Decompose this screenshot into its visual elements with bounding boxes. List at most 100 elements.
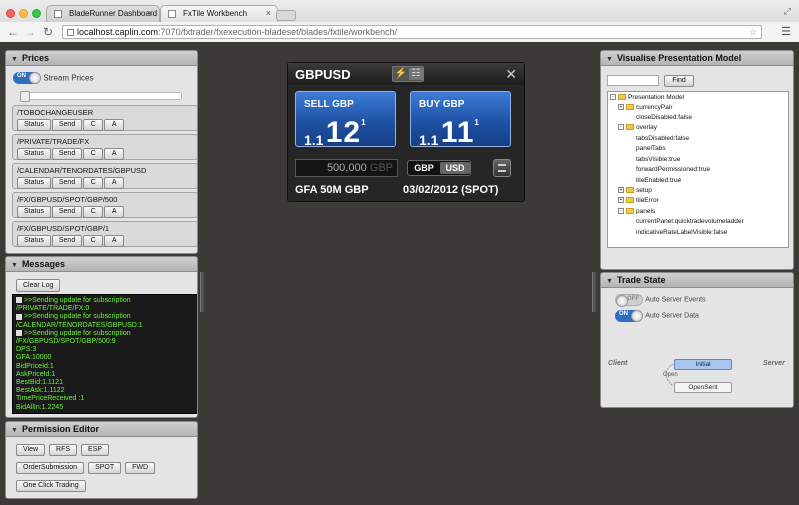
tree-node[interactable]: tabsVisible:true bbox=[636, 155, 680, 165]
status-button[interactable]: Status bbox=[17, 235, 51, 247]
tree-node[interactable]: currentPanel:quicktradevolumeladder bbox=[636, 217, 744, 227]
send-button[interactable]: Send bbox=[51, 235, 83, 247]
c-button[interactable]: C bbox=[83, 206, 104, 218]
ladder-icon[interactable]: ☷ bbox=[409, 68, 423, 80]
panel-header[interactable]: ▼ Messages bbox=[6, 257, 197, 272]
expand-icon[interactable]: + bbox=[618, 104, 624, 111]
panel-header[interactable]: ▼ Trade State bbox=[601, 273, 793, 288]
collapse-icon[interactable]: ▼ bbox=[11, 56, 18, 63]
panel-header[interactable]: ▼ Visualise Presentation Model bbox=[601, 51, 793, 66]
collapse-icon[interactable]: ▼ bbox=[606, 278, 613, 285]
send-button[interactable]: Send bbox=[51, 148, 83, 160]
sell-button[interactable]: SELL GBP 1.1 121 bbox=[295, 91, 396, 149]
tree-node[interactable]: - Presentation Model bbox=[610, 93, 684, 103]
clear-log-button[interactable]: Clear Log bbox=[16, 279, 61, 292]
status-button[interactable]: Status bbox=[17, 119, 51, 131]
tree-node[interactable]: closeDisabled:false bbox=[636, 113, 692, 123]
a-button[interactable]: A bbox=[104, 148, 125, 160]
buy-button[interactable]: BUY GBP 1.1 111 bbox=[410, 91, 511, 149]
tree-node[interactable]: forwardPermissioned:true bbox=[636, 165, 710, 175]
status-button[interactable]: Status bbox=[17, 206, 51, 218]
c-button[interactable]: C bbox=[83, 235, 104, 247]
expand-icon[interactable]: + bbox=[618, 197, 624, 204]
menu-icon[interactable]: ☰ bbox=[781, 25, 791, 38]
one-click-trading-button[interactable]: One Click Trading bbox=[16, 480, 86, 492]
collapse-icon[interactable]: ▼ bbox=[11, 262, 18, 269]
close-icon[interactable]: × bbox=[148, 8, 153, 18]
auto-server-events-toggle[interactable]: OFF bbox=[615, 294, 643, 307]
find-button[interactable]: Find bbox=[664, 75, 694, 87]
new-tab-button[interactable] bbox=[276, 10, 296, 21]
tab-fxtile-workbench[interactable]: FxTile Workbench × bbox=[160, 5, 278, 22]
dealt-currency-toggle[interactable]: GBP USD bbox=[407, 160, 471, 176]
close-window-button[interactable] bbox=[6, 9, 15, 18]
tree-node[interactable]: - panels bbox=[618, 207, 655, 217]
collapse-icon[interactable]: ▼ bbox=[11, 427, 18, 434]
ccy-option-usd[interactable]: USD bbox=[440, 162, 470, 174]
panel-header[interactable]: ▼ Permission Editor bbox=[6, 422, 197, 437]
close-icon[interactable]: ✕ bbox=[505, 66, 517, 83]
a-button[interactable]: A bbox=[104, 235, 125, 247]
spot-permission-button[interactable]: SPOT bbox=[88, 462, 122, 474]
ccy-option-gbp[interactable]: GBP bbox=[409, 162, 439, 174]
trade-state-panel: ▼ Trade State OFF Auto Server Events ON A… bbox=[600, 272, 794, 408]
left-splitter[interactable] bbox=[200, 272, 204, 312]
address-bar[interactable]: localhost.caplin.com:7070/fxtrader/fxexe… bbox=[62, 25, 762, 39]
c-button[interactable]: C bbox=[83, 119, 104, 131]
tree-node[interactable]: + currencyPair bbox=[618, 103, 672, 113]
tree-node[interactable]: + setup bbox=[618, 186, 652, 196]
fullscreen-icon[interactable]: ⤢ bbox=[784, 6, 791, 17]
auto-server-data-toggle[interactable]: ON bbox=[615, 310, 643, 322]
log-text: /PRIVATE/TRADE/FX:0 bbox=[16, 305, 90, 313]
tree-node[interactable]: tileEnabled:true bbox=[636, 176, 681, 186]
settings-icon[interactable] bbox=[493, 159, 511, 177]
bookmark-star-icon[interactable]: ☆ bbox=[749, 26, 757, 38]
collapse-icon[interactable]: - bbox=[618, 208, 624, 215]
expand-icon[interactable]: + bbox=[618, 187, 624, 194]
minimize-window-button[interactable] bbox=[19, 9, 28, 18]
send-button[interactable]: Send bbox=[51, 206, 83, 218]
zoom-window-button[interactable] bbox=[32, 9, 41, 18]
view-permission-button[interactable]: View bbox=[16, 444, 46, 456]
tree-node[interactable]: - overlay bbox=[618, 123, 657, 133]
stream-prices-toggle[interactable]: ON bbox=[13, 72, 41, 84]
presentation-model-tree[interactable]: - Presentation Model + currencyPair closeD… bbox=[607, 91, 789, 248]
a-button[interactable]: A bbox=[104, 206, 125, 218]
collapse-icon[interactable]: ▼ bbox=[606, 56, 613, 63]
status-button[interactable]: Status bbox=[17, 177, 51, 189]
a-button[interactable]: A bbox=[104, 119, 125, 131]
a-button[interactable]: A bbox=[104, 177, 125, 189]
message-log[interactable]: >>Sending update for subscription/PRIVAT… bbox=[12, 294, 197, 414]
back-icon[interactable]: ← bbox=[7, 25, 19, 39]
rfs-permission-button[interactable]: RFS bbox=[49, 444, 78, 456]
panel-title: Visualise Presentation Model bbox=[616, 53, 742, 63]
order-submission-permission-button[interactable]: OrderSubmission bbox=[16, 462, 85, 474]
amount-input[interactable]: 500,000 GBP bbox=[295, 159, 398, 177]
panel-header[interactable]: ▼ Prices bbox=[6, 51, 197, 66]
tree-node[interactable]: tabsDisabled:false bbox=[636, 134, 689, 144]
forward-icon[interactable]: → bbox=[24, 25, 36, 39]
right-splitter[interactable] bbox=[592, 272, 596, 312]
state-initial[interactable]: Initial bbox=[674, 359, 732, 370]
send-button[interactable]: Send bbox=[51, 119, 83, 131]
send-button[interactable]: Send bbox=[51, 177, 83, 189]
status-button[interactable]: Status bbox=[17, 148, 51, 160]
find-input[interactable] bbox=[607, 75, 659, 86]
collapse-icon[interactable]: - bbox=[618, 124, 624, 131]
tree-node[interactable]: + tileError bbox=[618, 196, 659, 206]
tile-tab-switcher[interactable]: ⚡ ☷ bbox=[392, 66, 424, 82]
tab-bladerunner-dashboard[interactable]: BladeRunner Dashboard × bbox=[46, 5, 160, 22]
lightning-icon[interactable]: ⚡ bbox=[394, 68, 408, 80]
collapse-icon[interactable]: - bbox=[610, 94, 616, 101]
reload-icon[interactable]: ↻ bbox=[43, 25, 53, 39]
close-icon[interactable]: × bbox=[266, 8, 271, 18]
esp-permission-button[interactable]: ESP bbox=[81, 444, 110, 456]
state-opensent[interactable]: OpenSent bbox=[674, 382, 732, 393]
fwd-permission-button[interactable]: FWD bbox=[125, 462, 156, 474]
c-button[interactable]: C bbox=[83, 177, 104, 189]
price-slider[interactable] bbox=[20, 91, 182, 102]
c-button[interactable]: C bbox=[83, 148, 104, 160]
tree-node[interactable]: indicativeRateLabelVisible:false bbox=[636, 228, 727, 238]
slider-handle[interactable] bbox=[20, 91, 30, 102]
tree-node[interactable]: panelTabs bbox=[636, 144, 666, 154]
